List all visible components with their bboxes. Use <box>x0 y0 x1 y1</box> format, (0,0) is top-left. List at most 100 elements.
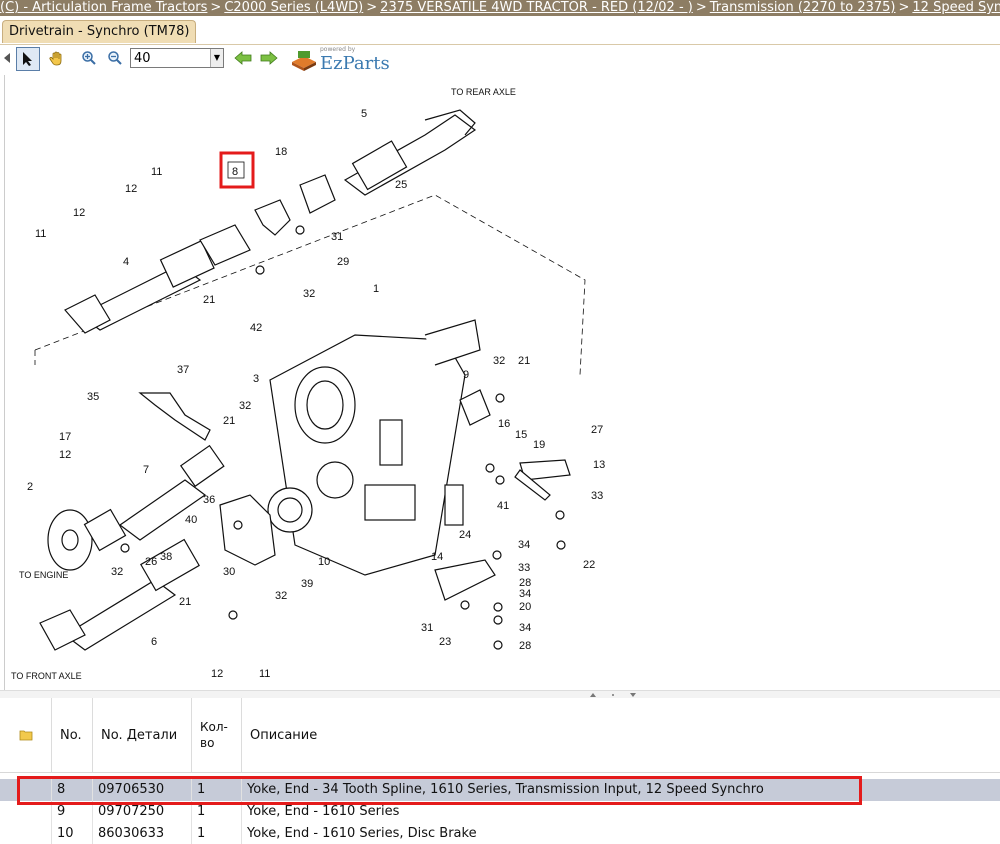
callout-1[interactable]: 1 <box>373 283 379 295</box>
pan-hand-icon[interactable] <box>46 47 68 69</box>
callout-11[interactable]: 11 <box>35 228 46 240</box>
callout-2[interactable]: 2 <box>27 481 33 493</box>
callout-32[interactable]: 32 <box>275 590 287 602</box>
label-to-rear-axle: TO REAR AXLE <box>451 87 516 97</box>
callout-32[interactable]: 32 <box>303 288 315 300</box>
header-icon-cell[interactable] <box>0 698 52 772</box>
callout-12[interactable]: 12 <box>211 668 223 680</box>
ezparts-logo: powered by EzParts <box>290 46 390 74</box>
callout-22[interactable]: 22 <box>583 559 595 571</box>
tab-drivetrain-synchro[interactable]: Drivetrain - Synchro (TM78) <box>2 20 197 43</box>
callout-40[interactable]: 40 <box>185 514 197 526</box>
selected-row-highlight <box>17 776 862 805</box>
header-part-number[interactable]: No. Детали <box>93 698 192 772</box>
callout-13[interactable]: 13 <box>593 459 605 471</box>
callout-3[interactable]: 3 <box>253 373 259 385</box>
header-no[interactable]: No. <box>52 698 93 772</box>
callout-15[interactable]: 15 <box>515 429 527 441</box>
diagram-toolbar: 40 ▼ powered by EzParts <box>0 44 1000 74</box>
label-to-engine: TO ENGINE <box>19 570 68 580</box>
callout-5[interactable]: 5 <box>361 108 367 120</box>
parts-diagram[interactable]: TO REAR AXLE TO ENGINE TO FRONT AXLE 8 5… <box>4 75 1000 690</box>
callout-25[interactable]: 25 <box>395 179 407 191</box>
callout-23[interactable]: 23 <box>439 636 451 648</box>
zoom-select[interactable]: 40 ▼ <box>130 48 224 68</box>
zoom-value: 40 <box>134 51 151 66</box>
header-quantity[interactable]: Кол-во <box>192 698 242 772</box>
callout-11[interactable]: 11 <box>259 668 270 680</box>
callout-38[interactable]: 38 <box>160 551 172 563</box>
breadcrumb-link-2375[interactable]: 2375 VERSATILE 4WD TRACTOR - RED (12/02 … <box>380 0 693 15</box>
callout-12[interactable]: 12 <box>59 449 71 461</box>
brand-powered-by: powered by <box>320 46 356 53</box>
tab-bar: Drivetrain - Synchro (TM78) <box>0 16 1000 45</box>
cell-quantity: 1 <box>192 823 242 844</box>
label-to-front-axle: TO FRONT AXLE <box>11 671 82 681</box>
callout-33[interactable]: 33 <box>591 490 603 502</box>
callout-28[interactable]: 28 <box>519 640 531 652</box>
callout-7[interactable]: 7 <box>143 464 149 476</box>
callout-8[interactable]: 8 <box>232 166 238 178</box>
ezparts-logo-icon <box>292 51 316 71</box>
callout-34[interactable]: 34 <box>519 622 531 634</box>
callout-21[interactable]: 21 <box>179 596 191 608</box>
callout-41[interactable]: 41 <box>497 500 509 512</box>
callout-27[interactable]: 27 <box>591 424 603 436</box>
zoom-out-icon[interactable] <box>104 47 126 69</box>
callout-17[interactable]: 17 <box>59 431 71 443</box>
breadcrumb-link-transmission[interactable]: Transmission (2270 to 2375) <box>710 0 896 15</box>
callout-19[interactable]: 19 <box>533 439 545 451</box>
row-icon-cell <box>0 823 52 844</box>
breadcrumb-link-articulation[interactable]: (C) - Articulation Frame Tractors <box>0 0 207 15</box>
callout-30[interactable]: 30 <box>223 566 235 578</box>
cell-description: Yoke, End - 1610 Series, Disc Brake <box>247 826 477 841</box>
callout-32[interactable]: 32 <box>111 566 123 578</box>
scroll-left-icon[interactable] <box>2 47 12 69</box>
callout-24[interactable]: 24 <box>459 529 471 541</box>
brand-name: EzParts <box>320 53 390 74</box>
breadcrumb-link-c2000[interactable]: C2000 Series (L4WD) <box>224 0 363 15</box>
cell-no: 10 <box>52 823 93 844</box>
callout-35[interactable]: 35 <box>87 391 99 403</box>
callout-29[interactable]: 29 <box>337 256 349 268</box>
callout-20[interactable]: 20 <box>519 601 531 613</box>
cell-part-number: 86030633 <box>93 823 192 844</box>
callout-21[interactable]: 21 <box>203 294 215 306</box>
zoom-in-icon[interactable] <box>78 47 100 69</box>
callout-21[interactable]: 21 <box>223 415 235 427</box>
callout-33[interactable]: 33 <box>518 562 530 574</box>
callout-11[interactable]: 11 <box>151 166 162 178</box>
breadcrumb: (C) - Articulation Frame Tractors > C2000 … <box>0 0 1000 16</box>
callout-9[interactable]: 9 <box>463 369 469 381</box>
chevron-down-icon[interactable]: ▼ <box>210 49 223 67</box>
callout-32[interactable]: 32 <box>493 355 505 367</box>
header-description[interactable]: Описание <box>242 698 1000 772</box>
callout-39[interactable]: 39 <box>301 578 313 590</box>
table-row[interactable]: 10 86030633 1 Yoke, End - 1610 Series, D… <box>0 823 1000 844</box>
pointer-tool-icon[interactable] <box>16 47 40 71</box>
callout-36[interactable]: 36 <box>203 494 215 506</box>
callout-18[interactable]: 18 <box>275 146 287 158</box>
callout-34[interactable]: 34 <box>518 539 530 551</box>
callout-10[interactable]: 10 <box>318 556 330 568</box>
breadcrumb-link-synchro[interactable]: 12 Speed Synchro <box>912 0 1000 15</box>
callout-32[interactable]: 32 <box>239 400 251 412</box>
callout-14[interactable]: 14 <box>431 551 443 563</box>
callout-12[interactable]: 12 <box>125 183 137 195</box>
callout-12[interactable]: 12 <box>73 207 85 219</box>
callout-31[interactable]: 31 <box>421 622 433 634</box>
forward-arrow-icon[interactable] <box>258 47 280 69</box>
callout-16[interactable]: 16 <box>498 418 510 430</box>
parts-table: No. No. Детали Кол-во Описание 8 0970653… <box>0 698 1000 844</box>
callout-42[interactable]: 42 <box>250 322 262 334</box>
folder-icon <box>19 730 32 741</box>
callout-31[interactable]: 31 <box>331 231 343 243</box>
callout-6[interactable]: 6 <box>151 636 157 648</box>
callout-37[interactable]: 37 <box>177 364 189 376</box>
callout-34[interactable]: 34 <box>519 588 531 600</box>
callout-26[interactable]: 26 <box>145 556 157 568</box>
table-header: No. No. Детали Кол-во Описание <box>0 698 1000 773</box>
back-arrow-icon[interactable] <box>232 47 254 69</box>
callout-21[interactable]: 21 <box>518 355 530 367</box>
callout-4[interactable]: 4 <box>123 256 129 268</box>
